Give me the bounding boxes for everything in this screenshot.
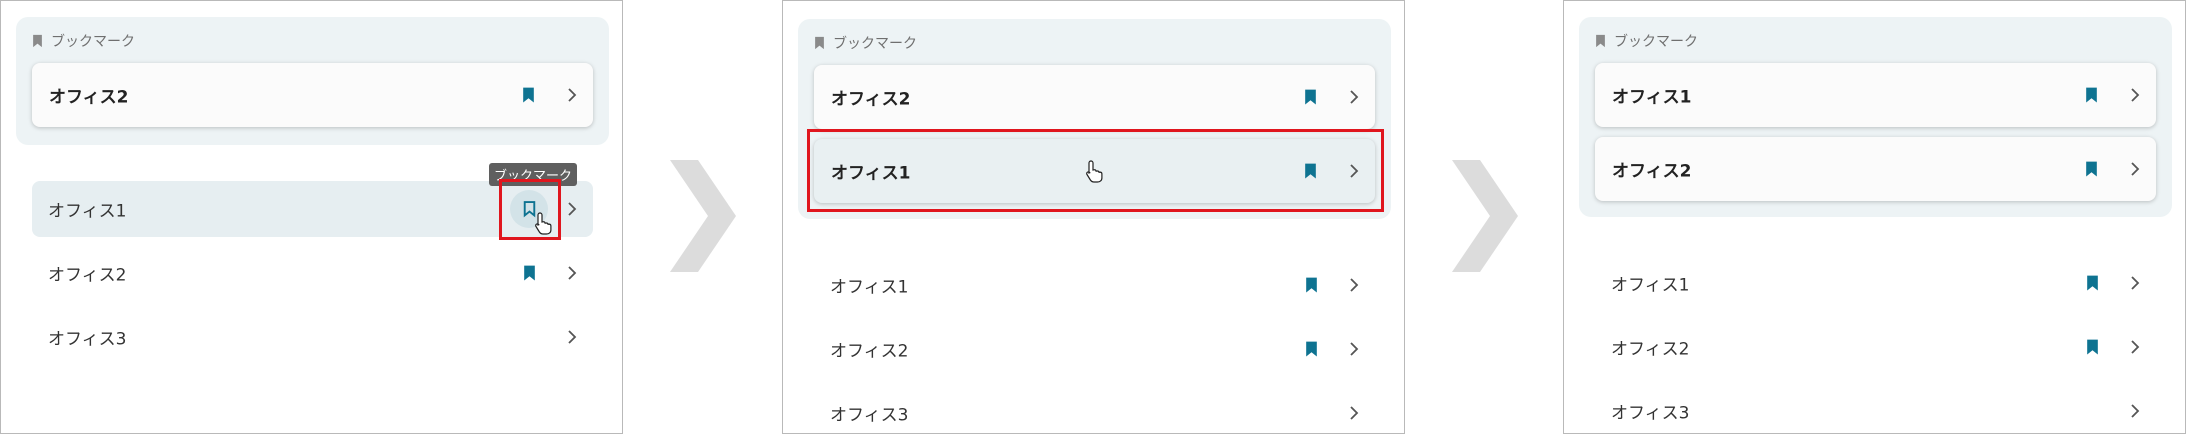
list-item-label: オフィス3 bbox=[1611, 403, 1690, 424]
step2-panel: ブックマーク オフィス2 オフィス1 オフィス1 オフィス2 オフィス3 bbox=[782, 0, 1405, 434]
bookmark-icon[interactable] bbox=[2085, 161, 2098, 178]
bookmark-icon[interactable] bbox=[1305, 277, 1318, 294]
bookmark-header-label: ブックマーク bbox=[51, 34, 135, 50]
list-item[interactable]: オフィス3 bbox=[1595, 383, 2156, 433]
bookmark-card[interactable]: オフィス2 bbox=[1595, 137, 2156, 201]
list-item-label: オフィス1 bbox=[1611, 275, 1690, 296]
bookmark-icon[interactable] bbox=[2086, 339, 2099, 356]
chevron-right-icon[interactable] bbox=[567, 88, 577, 102]
bookmark-card-label: オフィス2 bbox=[1612, 161, 1692, 182]
bookmark-section-header: ブックマーク bbox=[32, 31, 135, 51]
chevron-right-icon[interactable] bbox=[2130, 88, 2140, 102]
bookmark-section-header: ブックマーク bbox=[814, 33, 917, 53]
chevron-right-icon[interactable] bbox=[1349, 90, 1359, 104]
list-item-label: オフィス1 bbox=[48, 201, 127, 222]
hand-pointer-icon bbox=[1086, 160, 1103, 183]
chevron-right-icon[interactable] bbox=[2130, 162, 2140, 176]
bookmark-icon[interactable] bbox=[523, 265, 536, 282]
bookmark-card[interactable]: オフィス2 bbox=[814, 65, 1375, 129]
bookmark-icon[interactable] bbox=[1305, 341, 1318, 358]
step1-panel: ブックマーク オフィス2 オフィス1 ブックマーク オフィス2 オフィス3 bbox=[0, 0, 623, 434]
bookmark-icon bbox=[33, 34, 42, 48]
chevron-right-icon[interactable] bbox=[1349, 278, 1359, 292]
list-item[interactable]: オフィス1 bbox=[1595, 255, 2156, 311]
chevron-right-icon[interactable] bbox=[2130, 404, 2140, 418]
list-item[interactable]: オフィス2 bbox=[814, 321, 1375, 377]
bookmark-icon[interactable] bbox=[2086, 275, 2099, 292]
step-arrow-icon bbox=[1452, 160, 1518, 272]
bookmark-header-label: ブックマーク bbox=[1614, 34, 1698, 50]
bookmark-section-header: ブックマーク bbox=[1595, 31, 1698, 51]
bookmark-section: ブックマーク オフィス1 オフィス2 bbox=[1579, 17, 2172, 217]
chevron-right-icon[interactable] bbox=[567, 202, 577, 216]
bookmark-header-label: ブックマーク bbox=[833, 36, 917, 52]
hand-pointer-icon bbox=[535, 212, 552, 235]
chevron-right-icon[interactable] bbox=[2130, 276, 2140, 290]
bookmark-card-label: オフィス2 bbox=[831, 89, 911, 110]
list-item-label: オフィス2 bbox=[1611, 339, 1690, 360]
bookmark-icon[interactable] bbox=[2085, 87, 2098, 104]
list-item-label: オフィス3 bbox=[48, 329, 127, 350]
list-item[interactable]: オフィス2 bbox=[32, 245, 593, 301]
chevron-right-icon[interactable] bbox=[1349, 406, 1359, 420]
bookmark-card-label: オフィス2 bbox=[49, 87, 129, 108]
list-item-label: オフィス2 bbox=[48, 265, 127, 286]
bookmark-card[interactable]: オフィス2 bbox=[32, 63, 593, 127]
step-arrow-icon bbox=[670, 160, 736, 272]
bookmark-section: ブックマーク オフィス2 bbox=[16, 17, 609, 145]
chevron-right-icon[interactable] bbox=[567, 330, 577, 344]
chevron-right-icon[interactable] bbox=[2130, 340, 2140, 354]
list-item[interactable]: オフィス3 bbox=[814, 385, 1375, 433]
chevron-right-icon[interactable] bbox=[1349, 342, 1359, 356]
bookmark-card-label: オフィス1 bbox=[1612, 87, 1692, 108]
bookmark-icon[interactable] bbox=[522, 87, 535, 104]
bookmark-icon[interactable] bbox=[1304, 89, 1317, 106]
list-item-label: オフィス3 bbox=[830, 405, 909, 426]
step3-panel: ブックマーク オフィス1 オフィス2 オフィス1 オフィス2 オフィス3 bbox=[1563, 0, 2186, 434]
chevron-right-icon[interactable] bbox=[567, 266, 577, 280]
list-item[interactable]: オフィス3 bbox=[32, 309, 593, 365]
bookmark-icon bbox=[1596, 34, 1605, 48]
bookmark-card[interactable]: オフィス1 bbox=[1595, 63, 2156, 127]
list-item[interactable]: オフィス1 bbox=[814, 257, 1375, 313]
list-item-label: オフィス1 bbox=[830, 277, 909, 298]
bookmark-icon bbox=[815, 36, 824, 50]
list-item-label: オフィス2 bbox=[830, 341, 909, 362]
list-item[interactable]: オフィス2 bbox=[1595, 319, 2156, 375]
